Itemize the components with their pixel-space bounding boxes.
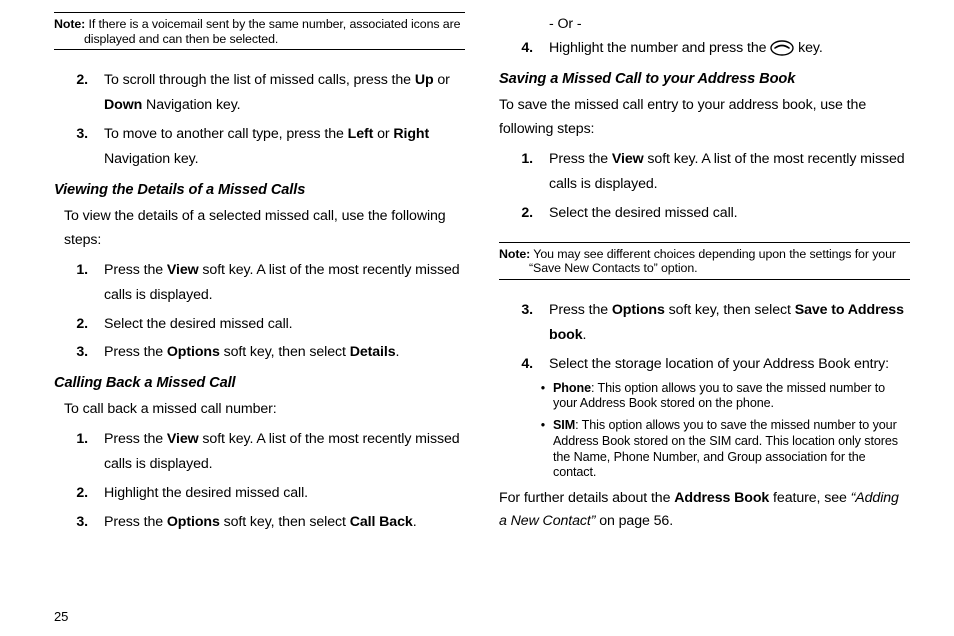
column-layout: Note: If there is a voicemail sent by th… [54, 12, 910, 539]
step-text: Highlight the desired missed call. [104, 481, 465, 506]
step-item: 3. To move to another call type, press t… [54, 122, 465, 172]
intro-text: To call back a missed call number: [64, 397, 465, 421]
step-item: 1. Press the View soft key. A list of th… [54, 427, 465, 477]
steps-callback-alt: 4. Highlight the number and press the ke… [499, 36, 910, 61]
step-text: Select the desired missed call. [104, 312, 465, 337]
step-number: 1. [499, 147, 533, 197]
step-number: 2. [54, 312, 88, 337]
step-text: Press the View soft key. A list of the m… [549, 147, 910, 197]
page-number: 25 [54, 609, 68, 624]
storage-options-list: • Phone: This option allows you to save … [499, 381, 910, 481]
step-text: Press the Options soft key, then select … [104, 340, 465, 365]
heading-calling-back: Calling Back a Missed Call [54, 375, 465, 391]
step-item: 2. Select the desired missed call. [54, 312, 465, 337]
document-page: Note: If there is a voicemail sent by th… [0, 0, 954, 636]
step-text: Press the View soft key. A list of the m… [104, 258, 465, 308]
heading-saving-missed: Saving a Missed Call to your Address Boo… [499, 71, 910, 87]
step-text: Press the Options soft key, then select … [104, 510, 465, 535]
note-save-contacts: Note: You may see different choices depe… [499, 247, 910, 276]
note-text: “Save New Contacts to” option. [499, 261, 910, 276]
bullet-icon: • [499, 381, 545, 412]
step-text: To scroll through the list of missed cal… [104, 68, 465, 118]
rule [499, 279, 910, 280]
column-right: - Or - 4. Highlight the number and press… [499, 12, 910, 539]
list-item: • Phone: This option allows you to save … [499, 381, 910, 412]
step-number: 1. [54, 427, 88, 477]
steps-missed-nav: 2. To scroll through the list of missed … [54, 68, 465, 171]
steps-save-1: 1. Press the View soft key. A list of th… [499, 147, 910, 226]
rule [499, 242, 910, 243]
step-text: Select the storage location of your Addr… [549, 352, 910, 377]
step-number: 2. [54, 68, 88, 118]
step-number: 3. [54, 510, 88, 535]
note-text: displayed and can then be selected. [54, 32, 465, 47]
step-text: Press the View soft key. A list of the m… [104, 427, 465, 477]
intro-text: To save the missed call entry to your ad… [499, 93, 910, 141]
step-item: 3. Press the Options soft key, then sele… [54, 510, 465, 535]
step-number: 4. [499, 352, 533, 377]
step-text: To move to another call type, press the … [104, 122, 465, 172]
step-number: 3. [499, 298, 533, 348]
steps-view-details: 1. Press the View soft key. A list of th… [54, 258, 465, 365]
bullet-text: SIM: This option allows you to save the … [553, 418, 910, 481]
note-text: You may see different choices depending … [533, 247, 896, 261]
rule [54, 49, 465, 50]
step-text: Select the desired missed call. [549, 201, 910, 226]
step-number: 3. [54, 122, 88, 172]
note-voicemail: Note: If there is a voicemail sent by th… [54, 17, 465, 46]
step-number: 3. [54, 340, 88, 365]
intro-text: To view the details of a selected missed… [64, 204, 465, 252]
bullet-icon: • [499, 418, 545, 481]
step-number: 2. [499, 201, 533, 226]
step-item: 3. Press the Options soft key, then sele… [54, 340, 465, 365]
rule [54, 12, 465, 13]
step-item: 2. Highlight the desired missed call. [54, 481, 465, 506]
note-label: Note: [499, 247, 530, 261]
step-item: 1. Press the View soft key. A list of th… [54, 258, 465, 308]
step-text: Press the Options soft key, then select … [549, 298, 910, 348]
steps-call-back: 1. Press the View soft key. A list of th… [54, 427, 465, 534]
step-item: 4. Highlight the number and press the ke… [499, 36, 910, 61]
step-text: Highlight the number and press the key. [549, 36, 910, 61]
note-text: If there is a voicemail sent by the same… [89, 17, 461, 31]
note-label: Note: [54, 17, 85, 31]
step-number: 2. [54, 481, 88, 506]
closing-cross-ref: For further details about the Address Bo… [499, 487, 910, 532]
step-item: 2. Select the desired missed call. [499, 201, 910, 226]
step-item: 3. Press the Options soft key, then sele… [499, 298, 910, 348]
bullet-text: Phone: This option allows you to save th… [553, 381, 910, 412]
step-item: 2. To scroll through the list of missed … [54, 68, 465, 118]
step-number: 4. [499, 36, 533, 61]
send-key-icon [770, 40, 794, 56]
heading-viewing-details: Viewing the Details of a Missed Calls [54, 182, 465, 198]
step-number: 1. [54, 258, 88, 308]
step-item: 1. Press the View soft key. A list of th… [499, 147, 910, 197]
column-left: Note: If there is a voicemail sent by th… [54, 12, 465, 539]
steps-save-2: 3. Press the Options soft key, then sele… [499, 298, 910, 377]
or-divider-text: - Or - [549, 12, 910, 36]
list-item: • SIM: This option allows you to save th… [499, 418, 910, 481]
step-item: 4. Select the storage location of your A… [499, 352, 910, 377]
